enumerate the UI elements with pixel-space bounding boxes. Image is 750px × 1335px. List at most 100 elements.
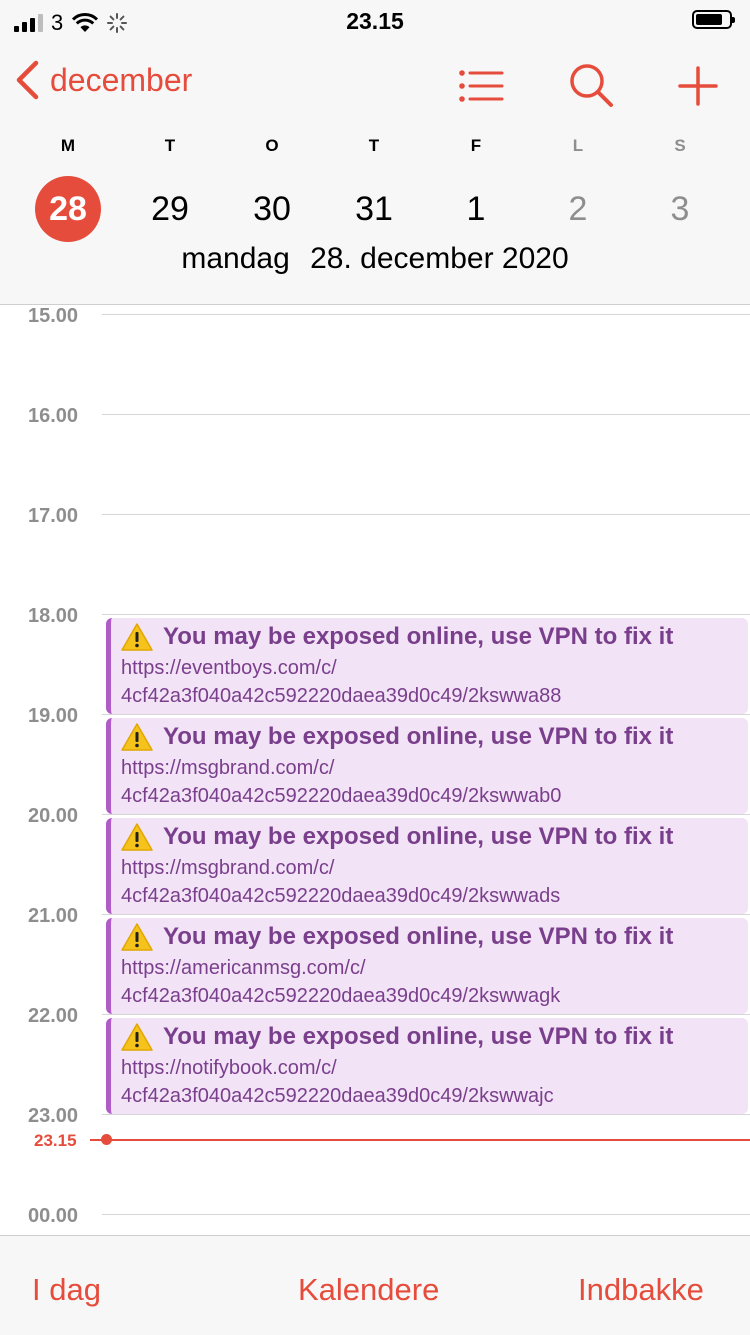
warning-icon (121, 1023, 153, 1051)
event-url-line1: https://eventboys.com/c/ (121, 657, 337, 679)
event-title: You may be exposed online, use VPN to fi… (163, 723, 674, 750)
hour-line (102, 814, 750, 815)
event-url-line2: 4cf42a3f040a42c592220daea39d0c49/2kswwad… (121, 885, 561, 907)
day-number[interactable]: 3 (647, 176, 713, 242)
warning-icon (121, 623, 153, 651)
day-number-selected[interactable]: 28 (35, 176, 101, 242)
hour-row: 17.00 (0, 505, 750, 527)
hour-line (102, 1114, 750, 1115)
hour-line (102, 514, 750, 515)
status-bar: 3 23.15 (0, 0, 750, 42)
date-weekday: mandag (181, 242, 290, 275)
hour-line (102, 714, 750, 715)
inbox-button[interactable]: Indbakke (578, 1272, 704, 1308)
day-number[interactable]: 30 (239, 176, 305, 242)
hour-label: 21.00 (28, 905, 79, 927)
event-url-line1: https://msgbrand.com/c/ (121, 857, 335, 879)
event-title-row: You may be exposed online, use VPN to fi… (121, 620, 748, 654)
day-column[interactable]: F 1 (425, 136, 527, 242)
today-button[interactable]: I dag (32, 1272, 101, 1308)
hour-row: 16.00 (0, 405, 750, 427)
day-timeline[interactable]: 15.00 16.00 17.00 18.00 19.00 20.00 21.0… (0, 305, 750, 1235)
hour-label: 23.00 (28, 1105, 79, 1127)
hour-line (102, 1214, 750, 1215)
day-number[interactable]: 1 (443, 176, 509, 242)
hour-label: 19.00 (28, 705, 79, 727)
day-letter: M (60, 136, 76, 155)
event-url-line2: 4cf42a3f040a42c592220daea39d0c49/2kswwag… (121, 985, 561, 1007)
event-title-row: You may be exposed online, use VPN to fi… (121, 820, 748, 854)
current-time-indicator: 23.15 (0, 1131, 750, 1150)
calendars-button[interactable]: Kalendere (298, 1272, 439, 1308)
status-time: 23.15 (346, 8, 404, 34)
hour-line (102, 914, 750, 915)
hour-row: 15.00 (0, 305, 750, 327)
current-time-dot (101, 1134, 112, 1145)
day-number[interactable]: 29 (137, 176, 203, 242)
hour-row: 00.00 (0, 1205, 750, 1227)
selected-date-title: mandag 28. december 2020 (0, 242, 750, 276)
hour-label: 17.00 (28, 505, 79, 527)
event-url-line2: 4cf42a3f040a42c592220daea39d0c49/2kswwa8… (121, 685, 562, 707)
event-title-row: You may be exposed online, use VPN to fi… (121, 1020, 748, 1054)
date-full: 28. december 2020 (310, 242, 569, 275)
calendar-event[interactable]: You may be exposed online, use VPN to fi… (106, 1018, 748, 1114)
search-icon (570, 64, 613, 107)
plus-icon (678, 66, 718, 106)
current-time-tick (90, 1139, 100, 1141)
back-button[interactable]: december (14, 60, 192, 100)
event-title-row: You may be exposed online, use VPN to fi… (121, 720, 748, 754)
day-column[interactable]: S 3 (629, 136, 731, 242)
event-title-row: You may be exposed online, use VPN to fi… (121, 920, 748, 954)
day-number[interactable]: 2 (545, 176, 611, 242)
day-letter: O (265, 136, 279, 155)
event-title: You may be exposed online, use VPN to fi… (163, 923, 674, 950)
day-column[interactable]: L 2 (527, 136, 629, 242)
back-label: december (50, 61, 193, 98)
warning-icon (121, 723, 153, 751)
hour-label: 20.00 (28, 805, 79, 827)
calendar-event[interactable]: You may be exposed online, use VPN to fi… (106, 618, 748, 714)
event-url-line1: https://notifybook.com/c/ (121, 1057, 337, 1079)
day-column[interactable]: T 29 (119, 136, 221, 242)
bottom-toolbar: I dag Kalendere Indbakke (0, 1235, 750, 1335)
event-url-line1: https://americanmsg.com/c/ (121, 957, 366, 979)
event-url-line1: https://msgbrand.com/c/ (121, 757, 335, 779)
current-time-line (100, 1139, 750, 1141)
warning-icon (121, 823, 153, 851)
hour-line (102, 1014, 750, 1015)
day-letter: F (470, 136, 482, 155)
search-button[interactable] (566, 60, 618, 112)
hour-line (102, 414, 750, 415)
hour-label: 16.00 (28, 405, 79, 427)
week-strip: M 28 T 29 O 30 T 31 F 1 L 2 S 3 (0, 136, 750, 242)
chevron-left-icon (16, 60, 39, 100)
hour-line (102, 314, 750, 315)
hour-label: 22.00 (28, 1005, 79, 1027)
day-column[interactable]: T 31 (323, 136, 425, 242)
current-time-label: 23.15 (34, 1131, 77, 1150)
calendar-event[interactable]: You may be exposed online, use VPN to fi… (106, 918, 748, 1014)
list-icon (459, 70, 504, 102)
day-letter: T (164, 136, 176, 155)
day-column[interactable]: M 28 (17, 136, 119, 242)
event-title: You may be exposed online, use VPN to fi… (163, 623, 674, 650)
day-letter: S (674, 136, 686, 155)
day-letter: L (572, 136, 584, 155)
day-number[interactable]: 31 (341, 176, 407, 242)
event-url-line2: 4cf42a3f040a42c592220daea39d0c49/2kswwab… (121, 785, 562, 807)
battery-icon (692, 10, 735, 29)
calendar-header: december M 28 T 29 O 30 T 31 F 1 L 2 S 3… (0, 42, 750, 305)
list-view-button[interactable] (456, 60, 508, 112)
add-event-button[interactable] (672, 60, 724, 112)
warning-icon (121, 923, 153, 951)
hour-label: 00.00 (28, 1205, 79, 1227)
calendar-event[interactable]: You may be exposed online, use VPN to fi… (106, 718, 748, 814)
hour-label: 18.00 (28, 605, 79, 627)
hour-line (102, 614, 750, 615)
event-url-line2: 4cf42a3f040a42c592220daea39d0c49/2kswwaj… (121, 1085, 554, 1107)
day-column[interactable]: O 30 (221, 136, 323, 242)
event-title: You may be exposed online, use VPN to fi… (163, 823, 674, 850)
calendar-event[interactable]: You may be exposed online, use VPN to fi… (106, 818, 748, 914)
event-title: You may be exposed online, use VPN to fi… (163, 1023, 674, 1050)
